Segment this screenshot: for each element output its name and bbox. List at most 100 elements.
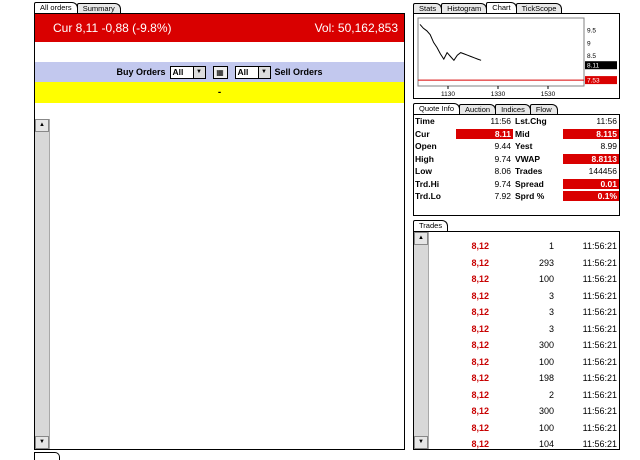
price-marker-label: 8.11 [587,63,600,70]
trade-row: 8,12 198 11:56:21 [429,370,619,387]
trade-row: 8,12 100 11:56:21 [429,271,619,288]
sell-orders-select-value: All [237,66,249,77]
quote-label: High [415,153,434,164]
volume-text: Vol: 50,162,853 [314,21,398,35]
dropdown-arrow-icon[interactable]: ▼ [257,66,270,78]
trade-quantity: 100 [538,422,554,433]
trade-row: 8,12 100 11:56:21 [429,354,619,371]
tab-flow[interactable]: Flow [529,104,558,114]
quote-label: Cur [415,128,430,139]
trade-row: 8,12 1 11:56:21 [429,238,619,255]
tab-histogram[interactable]: Histogram [441,3,488,13]
order-status-text: - [217,87,222,98]
trade-price: 8,12 [471,340,489,351]
quote-label: Spread [515,178,544,189]
quote-label: Trd.Lo [415,191,441,202]
dropdown-arrow-icon[interactable]: ▼ [192,66,205,78]
order-book-icon[interactable]: ▦ [212,65,228,79]
quote-label: VWAP [515,153,541,164]
trade-row: 8,12 2 11:56:21 [429,387,619,404]
tab-trades[interactable]: Trades [413,220,449,231]
chart-plot-area [417,17,585,87]
quote-row: Time 11:56 Lst.Chg 11:56 [414,115,619,128]
quote-label: Trd.Hi [415,178,440,189]
order-book-scrollbar[interactable]: ▲ ▼ [35,119,50,449]
quote-row: Trd.Hi 9.74 Spread 0.01 [414,178,619,191]
x-tick-label: 1530 [541,91,556,98]
quote-value: 144456 [588,166,617,177]
quote-value: 8.06 [494,166,511,177]
trade-quantity: 198 [538,373,554,384]
trade-price: 8,12 [471,274,489,285]
tab-indices[interactable]: Indices [495,104,531,114]
quote-value: 8.8113 [563,153,619,164]
tab-auction[interactable]: Auction [459,104,497,114]
buy-orders-select-value: All [172,66,184,77]
price-marker-label: 7.53 [587,78,600,85]
scroll-up-arrow-icon[interactable]: ▲ [414,232,428,245]
quote-value: 11:56 [490,116,511,127]
trade-quantity: 3 [548,290,554,301]
order-book-pane: Cur 8,11 -0,88 (-9.8%) Vol: 50,162,853 B… [34,13,405,450]
trade-time: 11:56:21 [582,257,617,268]
trade-price: 8,12 [471,307,489,318]
trade-price: 8,12 [471,290,489,301]
chart-tabbar: Stats Histogram Chart TickScope [413,2,563,13]
quote-label: Time [415,116,435,127]
quote-label: Open [415,141,437,152]
trade-time: 11:56:21 [582,290,617,301]
scroll-down-arrow-icon[interactable]: ▼ [414,436,428,449]
quote-label: Lst.Chg [515,116,547,127]
trade-time: 11:56:21 [582,323,617,334]
trade-row: 8,12 300 11:56:21 [429,337,619,354]
trade-time: 11:56:21 [582,373,617,384]
trade-row: 8,12 104 11:56:21 [429,436,619,453]
trade-time: 11:56:21 [582,406,617,417]
sell-orders-label: Sell Orders [274,67,323,77]
quote-value: 0.1% [563,191,619,202]
trade-price: 8,12 [471,356,489,367]
trades-scrollbar[interactable]: ▲ ▼ [414,232,429,449]
trade-quantity: 300 [538,340,554,351]
y-tick-label: 8.5 [587,53,596,60]
intraday-chart-svg: 9.5 9 8.5 8.11 7.53 1130 1330 1530 [417,17,617,98]
quote-label: Sprd % [515,191,545,202]
tab-all-orders[interactable]: All orders [34,2,78,13]
trade-row: 8,12 3 11:56:21 [429,321,619,338]
quote-tabbar: Quote Info Auction Indices Flow [413,103,558,114]
trade-time: 11:56:21 [582,307,617,318]
trade-time: 11:56:21 [582,274,617,285]
quote-label: Low [415,166,432,177]
trade-price: 8,12 [471,373,489,384]
trade-row: 8,12 300 11:56:21 [429,403,619,420]
tab-chart[interactable]: Chart [486,2,517,13]
trade-price: 8,12 [471,323,489,334]
scroll-down-arrow-icon[interactable]: ▼ [35,436,49,449]
trade-price: 8,12 [471,422,489,433]
quote-row: Cur 8.11 Mid 8.115 [414,128,619,141]
trade-price: 8,12 [471,389,489,400]
trade-quantity: 104 [538,439,554,450]
trade-row: 8,12 3 11:56:21 [429,304,619,321]
tab-tickscope[interactable]: TickScope [515,3,563,13]
sell-orders-select[interactable]: All ▼ [234,65,271,79]
quote-value: 8.115 [563,128,619,139]
x-tick-label: 1330 [491,91,506,98]
buy-orders-select[interactable]: All ▼ [169,65,206,79]
x-tick-label: 1130 [441,91,455,98]
quote-label: Trades [515,166,543,177]
left-tabbar: All orders Summary [34,2,121,13]
quote-value: 9.74 [494,178,511,189]
quote-row: High 9.74 VWAP 8.8113 [414,153,619,166]
trade-quantity: 2 [548,389,554,400]
trade-time: 11:56:21 [582,389,617,400]
quote-value: 9.74 [494,153,511,164]
trade-price: 8,12 [471,257,489,268]
y-tick-label: 9.5 [587,28,596,35]
current-price-text: Cur 8,11 -0,88 (-9.8%) [53,21,172,35]
scroll-up-arrow-icon[interactable]: ▲ [35,119,49,132]
tab-stats[interactable]: Stats [413,3,443,13]
trade-time: 11:56:21 [582,340,617,351]
tab-summary[interactable]: Summary [76,3,121,13]
tab-quote-info[interactable]: Quote Info [413,103,461,114]
